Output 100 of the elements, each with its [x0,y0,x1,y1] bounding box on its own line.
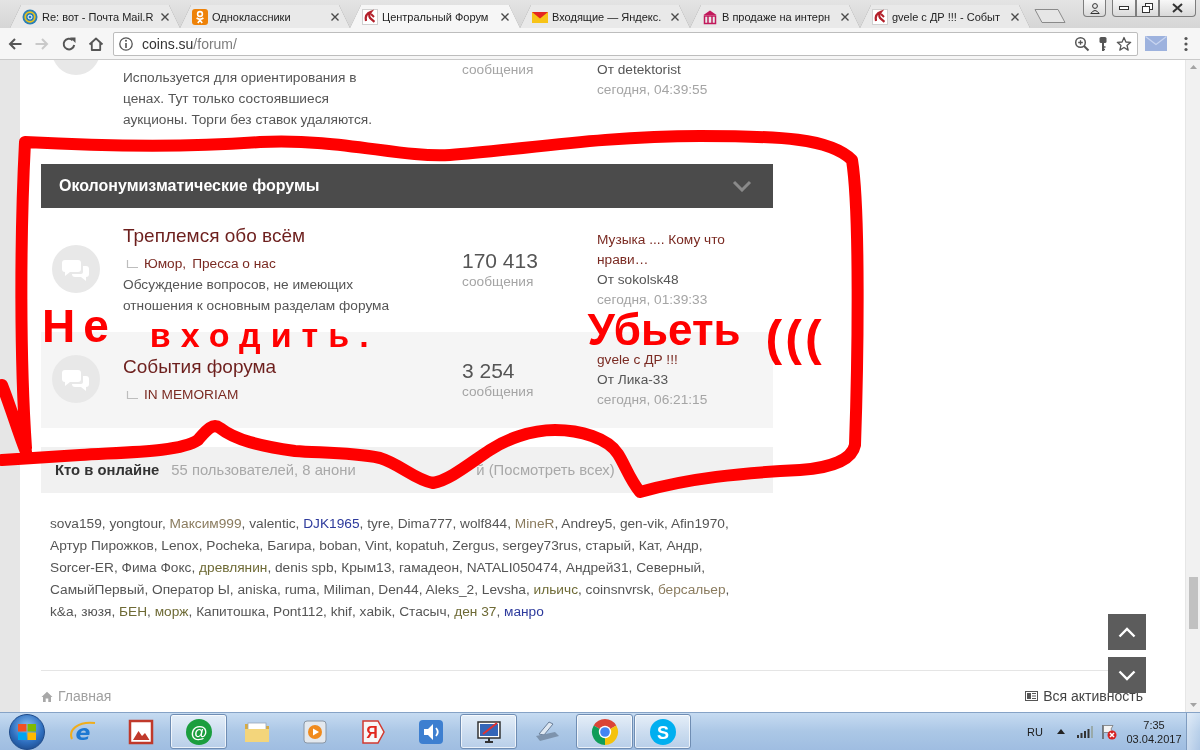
restore-button[interactable] [1136,0,1159,17]
close-icon[interactable] [330,11,340,22]
user-link[interactable]: wolf844, [460,516,512,531]
language-indicator[interactable]: RU [1027,725,1043,738]
user-link[interactable]: Оператор Ы, [152,582,234,597]
user-link[interactable]: DJK1965, [303,516,364,531]
browser-tab[interactable]: Одноклассники [180,5,350,28]
subforum-link[interactable]: Юмор, [144,254,187,274]
last-topic-link[interactable]: gvele с ДР !!! [597,350,757,370]
minimize-button[interactable] [1112,0,1136,17]
last-topic-link[interactable]: Музыка .... Кому что нрави… [597,230,757,270]
taskbar-button[interactable] [460,714,517,749]
user-link[interactable]: Капитошка, [196,604,270,619]
user-link[interactable]: Максим999, [169,516,246,531]
user-link[interactable]: гамадеон, [398,560,463,575]
user-link[interactable]: coinsnvrsk, [585,582,655,597]
user-link[interactable]: xabik, [359,604,396,619]
signal-bars-icon[interactable] [1077,725,1093,738]
user-link[interactable]: sergey73rus, [502,538,582,553]
user-link[interactable]: Sorcer-ER, [50,560,118,575]
close-icon[interactable] [840,11,850,22]
star-icon[interactable] [1116,35,1132,52]
user-link[interactable]: Dima777, [397,516,457,531]
user-link[interactable]: Afin1970, [670,516,729,531]
browser-tab[interactable]: В продаже на интерн [690,5,860,28]
user-link[interactable]: MineR, [514,516,559,531]
user-link[interactable]: зюзя, [81,604,116,619]
subforum-link[interactable]: IN MEMORIAM [144,385,239,405]
user-link[interactable]: Артур Пирожков, [50,538,158,553]
user-link[interactable]: древлянин, [199,560,272,575]
user-link[interactable]: ильичс, [533,582,582,597]
user-link[interactable]: k&a, [50,604,78,619]
user-link[interactable]: Zergus, [452,538,499,553]
user-link[interactable]: Levsha, [481,582,530,597]
back-icon[interactable] [7,35,23,52]
user-link[interactable]: boban, [319,538,362,553]
user-link[interactable]: Andrey5, [561,516,617,531]
address-bar[interactable]: coins.su/forum/ [113,31,1138,56]
user-link[interactable]: берсальер, [657,582,730,597]
user-link[interactable]: yongtour, [109,516,166,531]
user-link[interactable]: Den44, [378,582,423,597]
user-link[interactable]: Miliman, [323,582,375,597]
browser-tab[interactable]: Центральный Форум [350,5,520,28]
user-link[interactable]: Pocheka, [206,538,264,553]
user-link[interactable]: Багира, [267,538,316,553]
new-tab-button[interactable] [1034,9,1066,23]
user-link[interactable]: БЕН, [119,604,151,619]
browser-tab[interactable]: Re: вот - Почта Mail.R [10,5,180,28]
close-button[interactable] [1159,0,1196,17]
user-link[interactable]: ден 37, [454,604,501,619]
user-link[interactable]: Pont112, [273,604,327,619]
activity-link[interactable]: Вся активность [1025,687,1143,705]
close-icon[interactable] [1010,11,1020,22]
subforum-link[interactable]: Пресса о нас [192,254,276,274]
user-link[interactable]: Стасыч, [399,604,451,619]
user-link[interactable]: NATALI050474, [466,560,562,575]
scrollbar[interactable] [1185,60,1200,712]
user-link[interactable]: морж, [154,604,193,619]
browser-tab[interactable]: Входящие — Яндекс. [520,5,690,28]
user-link[interactable]: kopatuh, [395,538,449,553]
forum-title-link[interactable]: Треплемся обо всём [123,224,306,248]
user-link[interactable]: Lenox, [161,538,203,553]
user-link[interactable]: Aleks_2, [425,582,478,597]
info-icon[interactable] [119,36,133,51]
triangle-up-icon[interactable] [1057,729,1065,734]
user-link[interactable]: старый, [585,538,635,553]
user-link[interactable]: denis spb, [275,560,338,575]
user-link[interactable]: Кат, [638,538,663,553]
chevron-down-icon[interactable] [732,180,752,192]
user-link[interactable]: СамыйПервый, [50,582,149,597]
flag-cross-icon[interactable] [1101,723,1117,740]
clock[interactable]: 7:35 03.04.2017 [1125,717,1183,746]
reload-icon[interactable] [61,35,77,52]
user-link[interactable]: Крым13, [341,560,396,575]
menu-icon[interactable] [1184,35,1188,52]
user-link[interactable]: Андрей31, [565,560,633,575]
user-link[interactable]: sova159, [50,516,106,531]
zoom-in-icon[interactable] [1074,35,1090,52]
user-link[interactable]: khif, [330,604,356,619]
profile-button[interactable] [1083,0,1106,17]
close-icon[interactable] [670,11,680,22]
home-icon[interactable] [88,35,104,52]
browser-tab[interactable]: gvele с ДР !!! - Событ [860,5,1030,28]
taskbar-button[interactable] [576,714,633,749]
user-link[interactable]: Vint, [364,538,393,553]
close-icon[interactable] [500,11,510,22]
start-button[interactable] [9,713,45,750]
scrollbar-thumb[interactable] [1188,577,1198,629]
user-link[interactable]: Северный, [636,560,705,575]
user-link[interactable]: Фима Фокс, [121,560,196,575]
user-link[interactable]: aniska, [237,582,281,597]
user-link[interactable]: valentic, [249,516,300,531]
user-link[interactable]: манро [504,604,544,619]
user-link[interactable]: gen-vik, [619,516,668,531]
user-link[interactable]: tyre, [367,516,394,531]
scroll-down-button[interactable] [1108,657,1146,693]
close-icon[interactable] [160,11,170,22]
scroll-up-button[interactable] [1108,614,1146,650]
taskbar-button[interactable]: Я [344,714,401,749]
taskbar-button[interactable]: @ [170,714,227,749]
